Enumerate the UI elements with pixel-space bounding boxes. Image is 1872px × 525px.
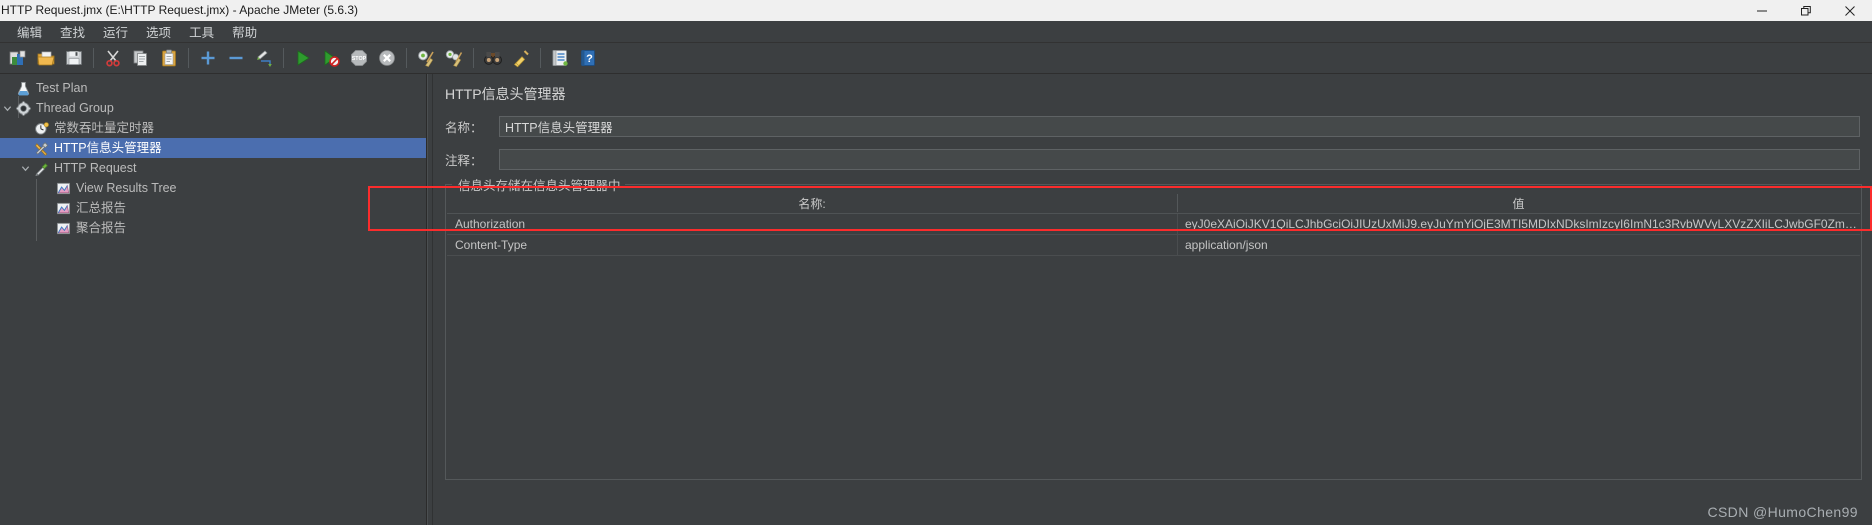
name-field-label: 名称：: [445, 121, 483, 135]
tree-twisty-placeholder: [40, 218, 54, 238]
gears-broom-icon[interactable]: [441, 45, 467, 71]
svg-text:STOP: STOP: [352, 56, 367, 62]
tree-node-aggregate-report[interactable]: 聚合报告: [0, 218, 426, 238]
toolbar-separator: [283, 48, 284, 68]
toolbar-separator: [406, 48, 407, 68]
group-border-right: [606, 184, 1861, 185]
minus-collapse-icon[interactable]: [223, 45, 249, 71]
toolbar-separator: [93, 48, 94, 68]
tree-twisty-placeholder: [40, 198, 54, 218]
column-header-value[interactable]: 值: [1177, 192, 1860, 214]
table-body: Authorization eyJ0eXAiOiJKV1QiLCJhbGciOi…: [447, 214, 1860, 256]
toolbar-separator: [473, 48, 474, 68]
tree-node-label: View Results Tree: [76, 181, 177, 195]
open-folder-icon[interactable]: [33, 45, 59, 71]
cell-header-value[interactable]: application/json: [1177, 235, 1860, 255]
play-start-icon[interactable]: [290, 45, 316, 71]
play-no-pause-icon[interactable]: [318, 45, 344, 71]
toolbar-separator: [540, 48, 541, 68]
thread-group-icon: [14, 99, 32, 117]
cell-header-value[interactable]: eyJ0eXAiOiJKV1QiLCJhbGciOiJIUzUxMiJ9.eyJ…: [1177, 214, 1860, 234]
plus-expand-icon[interactable]: [195, 45, 221, 71]
tree-node-http-header-manager[interactable]: HTTP信息头管理器: [0, 138, 426, 158]
tree-node-test-plan[interactable]: Test Plan: [0, 78, 426, 98]
tree-node-label: 常数吞吐量定时器: [54, 121, 155, 135]
window-titlebar: HTTP Request.jmx (E:\HTTP Request.jmx) -…: [0, 0, 1872, 21]
menu-run[interactable]: 运行: [94, 20, 137, 43]
function-helper-icon[interactable]: [547, 45, 573, 71]
cell-header-name[interactable]: Content-Type: [447, 235, 1177, 255]
broom-reset-icon[interactable]: [508, 45, 534, 71]
menu-tools[interactable]: 工具: [180, 20, 223, 43]
restore-icon[interactable]: [1784, 0, 1828, 21]
main-toolbar: STOP ?: [0, 43, 1872, 74]
stop-sign-icon[interactable]: STOP: [346, 45, 372, 71]
header-manager-panel: HTTP信息头管理器 名称： 注释： 信息头存储在信息头管理器中 名称: 值 A…: [433, 74, 1872, 525]
table-header-row: 名称: 值: [447, 192, 1860, 214]
chevron-down-icon[interactable]: [0, 98, 14, 118]
tree-twisty-placeholder: [40, 178, 54, 198]
comment-field-row: 注释：: [445, 149, 1872, 170]
listener-chart-icon: [54, 179, 72, 197]
listener-chart-icon: [54, 199, 72, 217]
tree-node-constant-throughput-timer[interactable]: 常数吞吐量定时器: [0, 118, 426, 138]
menu-edit[interactable]: 编辑: [8, 20, 51, 43]
help-book-icon[interactable]: ?: [575, 45, 601, 71]
copy-pages-icon[interactable]: [128, 45, 154, 71]
tree-node-label: 聚合报告: [76, 221, 127, 235]
main-content: Test Plan Thread Group 常数吞吐量定时器 HTTP信息头管…: [0, 74, 1872, 525]
cell-header-name[interactable]: Authorization: [447, 214, 1177, 234]
name-input[interactable]: [499, 116, 1860, 137]
column-header-name[interactable]: 名称:: [447, 192, 1177, 214]
menu-options[interactable]: 选项: [137, 20, 180, 43]
close-icon[interactable]: [1828, 0, 1872, 21]
chevron-down-icon[interactable]: [18, 158, 32, 178]
clipboard-paste-icon[interactable]: [156, 45, 182, 71]
name-field-row: 名称：: [445, 116, 1872, 137]
binoculars-search-icon[interactable]: [480, 45, 506, 71]
toolbar-separator: [188, 48, 189, 68]
tree-node-label: Test Plan: [36, 81, 88, 95]
tree-twisty-placeholder: [0, 78, 14, 98]
menu-help[interactable]: 帮助: [223, 20, 266, 43]
scissors-cut-icon[interactable]: [100, 45, 126, 71]
tree-node-label: Thread Group: [36, 101, 114, 115]
table-row[interactable]: Content-Type application/json: [447, 235, 1860, 256]
comment-field-label: 注释：: [445, 154, 483, 168]
menu-search[interactable]: 查找: [51, 20, 94, 43]
menu-bar: 编辑 查找 运行 选项 工具 帮助: [0, 21, 1872, 43]
shutdown-x-icon[interactable]: [374, 45, 400, 71]
gear-broom-icon[interactable]: [413, 45, 439, 71]
headers-table[interactable]: 名称: 值 Authorization eyJ0eXAiOiJKV1QiLCJh…: [447, 192, 1860, 478]
comment-input[interactable]: [499, 149, 1860, 170]
toggle-pencil-icon[interactable]: [251, 45, 277, 71]
headers-group-box: 信息头存储在信息头管理器中 名称: 值 Authorization eyJ0eX…: [445, 175, 1862, 480]
new-testplan-icon[interactable]: [5, 45, 31, 71]
table-row[interactable]: Authorization eyJ0eXAiOiJKV1QiLCJhbGciOi…: [447, 214, 1860, 235]
header-manager-icon: [32, 139, 50, 157]
http-request-icon: [32, 159, 50, 177]
tree-node-thread-group[interactable]: Thread Group: [0, 98, 426, 118]
tree-node-view-results-tree[interactable]: View Results Tree: [0, 178, 426, 198]
listener-chart-icon: [54, 219, 72, 237]
tree-node-label: HTTP Request: [54, 161, 137, 175]
group-border-left: [446, 184, 452, 185]
tree-twisty-placeholder: [18, 118, 32, 138]
svg-text:?: ?: [586, 53, 593, 65]
window-title: HTTP Request.jmx (E:\HTTP Request.jmx) -…: [1, 3, 358, 17]
page-title: HTTP信息头管理器: [445, 86, 566, 102]
csdn-watermark: CSDN @HumoChen99: [1707, 504, 1858, 520]
test-plan-icon: [14, 79, 32, 97]
tree-node-label: 汇总报告: [76, 201, 127, 215]
tree-node-summary-report[interactable]: 汇总报告: [0, 198, 426, 218]
tree-node-label: HTTP信息头管理器: [54, 141, 162, 155]
window-controls: [1740, 0, 1872, 21]
tree-twisty-placeholder: [18, 138, 32, 158]
timer-clock-icon: [32, 119, 50, 137]
save-disk-icon[interactable]: [61, 45, 87, 71]
test-plan-tree[interactable]: Test Plan Thread Group 常数吞吐量定时器 HTTP信息头管…: [0, 74, 427, 525]
minimize-icon[interactable]: [1740, 0, 1784, 21]
tree-node-http-request[interactable]: HTTP Request: [0, 158, 426, 178]
